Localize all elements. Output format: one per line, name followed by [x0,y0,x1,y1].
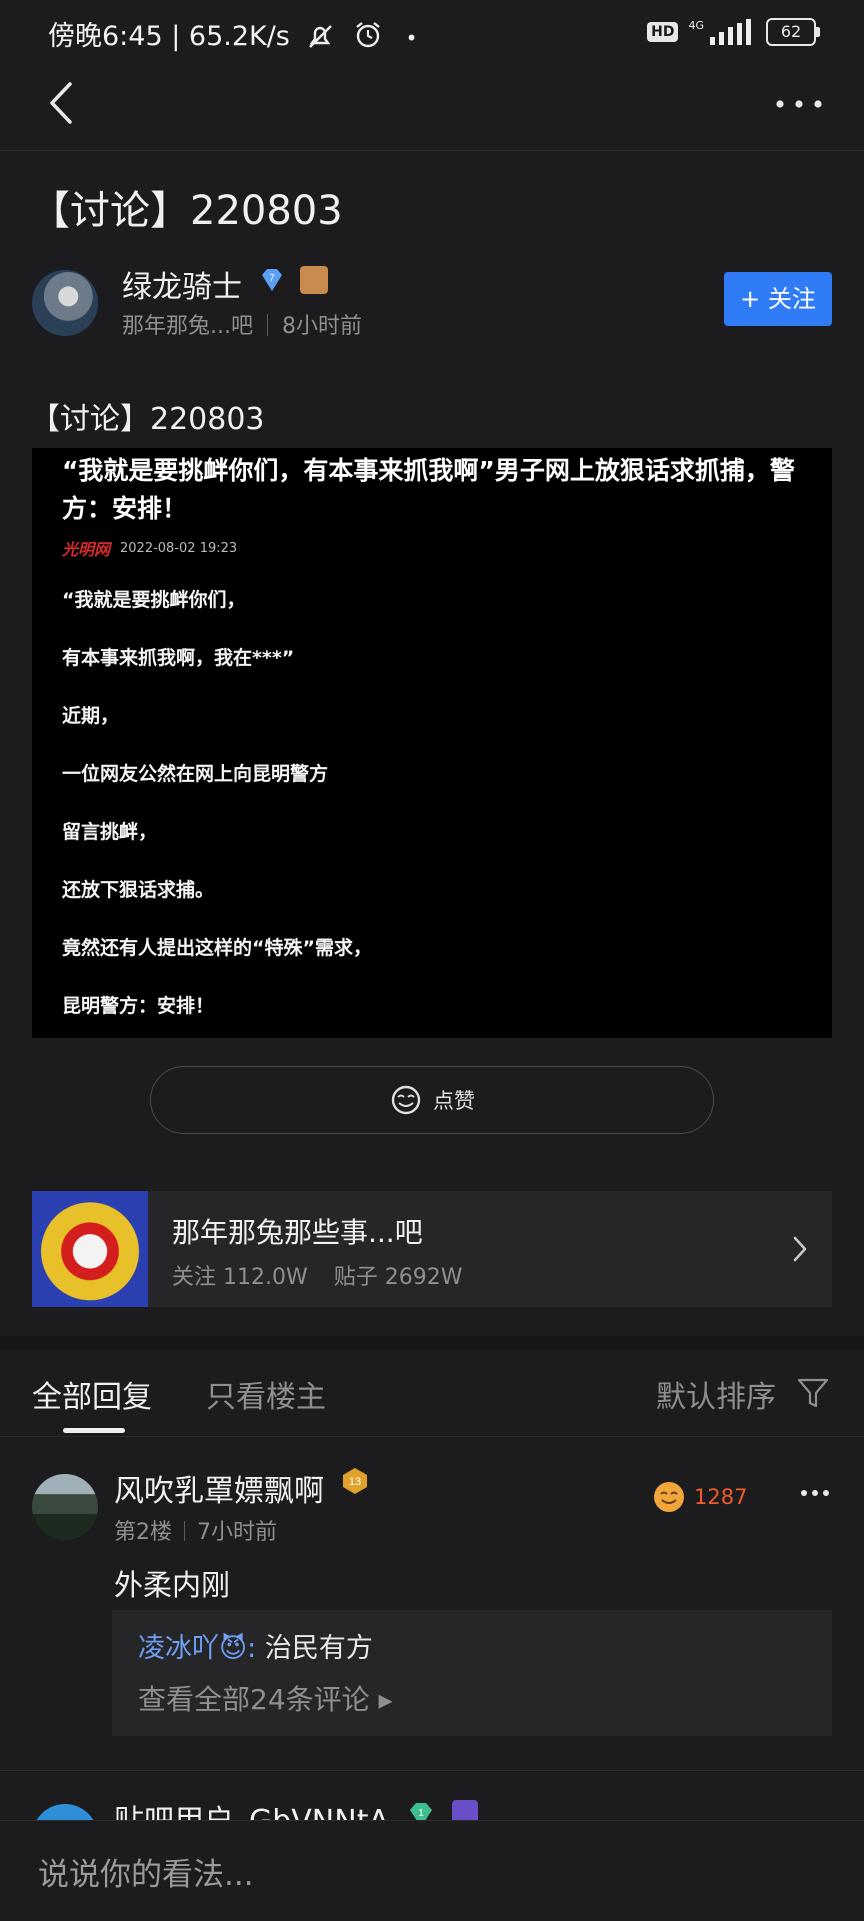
source-logo: 光明网 [62,540,111,559]
post-body-text: 【讨论】220803 [30,402,265,437]
tab-owner-only[interactable]: 只看楼主 [206,1372,326,1416]
forum-posts: 贴子 2692W [333,1265,463,1290]
image-line: “我就是要挑衅你们， [62,589,246,611]
meta-separator [184,1521,185,1541]
reply-time: 7小时前 [197,1520,277,1545]
reply-avatar[interactable] [32,1474,98,1540]
post-image[interactable]: “我就是要挑衅你们，有本事来抓我啊”男子网上放狠话求抓捕，警方：安排！ 光明网 … [32,448,832,1038]
reply-like-button[interactable]: 1287 [652,1480,747,1514]
reply-level: 13 [349,1476,361,1488]
image-line: 有本事来抓我啊，我在***” [62,647,295,669]
status-right: HD 4G 62 [647,18,820,46]
section-gap [0,1336,864,1350]
more-icon[interactable] [800,1488,830,1498]
image-line: 竟然还有人提出这样的“特殊”需求， [62,937,372,959]
image-headline: “我就是要挑衅你们，有本事来抓我啊”男子网上放狠话求抓捕，警方：安排！ [62,456,795,523]
sub-reply: 凌冰吖😈: 治民有方 [138,1626,373,1665]
back-icon[interactable] [40,78,80,128]
tab-all-replies[interactable]: 全部回复 [32,1372,152,1416]
hd-badge: HD [647,22,679,42]
image-text-lines: “我就是要挑衅你们， 有本事来抓我啊，我在***” 近期， 一位网友公然在网上向… [62,586,372,1038]
reply-divider [0,1770,864,1771]
reply-username[interactable]: 风吹乳罩嫖飘啊 [114,1466,324,1510]
battery-indicator: 62 [766,18,820,46]
status-time: 傍晚6:45 | 65.2K/s [48,21,290,52]
forum-name: 那年那兔那些事...吧 [172,1216,423,1249]
status-dot: • [405,26,418,50]
image-line: 近期， [62,705,120,727]
sub-reply-text: 治民有方 [264,1633,373,1664]
image-line: 还放下狠话求捕。 [62,879,215,901]
nav-divider [0,150,864,151]
author-forum[interactable]: 那年那兔...吧 [122,314,253,339]
meta-separator [266,314,268,336]
author-name[interactable]: 绿龙骑士 [122,262,242,306]
sub-reply-box[interactable]: 凌冰吖😈: 治民有方 查看全部24条评论 ▸ [112,1610,832,1736]
diamond-icon: 7 [262,269,282,291]
author-meta: 那年那兔...吧 8小时前 [122,308,362,340]
like-label: 点赞 [433,1089,475,1113]
mute-icon [309,25,333,48]
network-label: 4G [688,18,704,32]
page-title: 【讨论】220803 [30,188,343,234]
forum-card[interactable]: 那年那兔那些事...吧 关注 112.0W 贴子 2692W [32,1191,832,1307]
alarm-icon [356,22,380,48]
source-date: 2022-08-02 19:23 [120,540,238,556]
reply-text: 外柔内刚 [114,1568,231,1602]
sort-dropdown[interactable]: 默认排序 [656,1372,776,1416]
level-badge-icon: 13 [343,1468,367,1494]
tabs-divider [0,1436,864,1437]
author-badge-icon [300,266,328,294]
status-time-speed: 傍晚6:45 | 65.2K/s • [48,14,417,53]
next-reply-level: 1 [418,1808,424,1819]
forum-logo [32,1191,148,1307]
chevron-right-icon [793,1236,807,1262]
more-icon[interactable] [774,90,824,118]
reply-floor: 第2楼 [114,1520,172,1545]
image-line: 昆明警方：安排！ [62,995,215,1017]
comment-bar: 说说你的看法... [0,1820,864,1921]
comment-input[interactable]: 说说你的看法... [38,1849,254,1894]
tab-indicator [63,1428,125,1433]
author-level: 7 [269,273,275,284]
reply-like-count: 1287 [694,1485,748,1509]
status-bar: 傍晚6:45 | 65.2K/s • HD 4G 62 [0,0,864,66]
forum-followers: 关注 112.0W [172,1265,308,1290]
sub-reply-user[interactable]: 凌冰吖😈 [138,1633,247,1664]
like-button[interactable]: 点赞 [150,1066,714,1134]
like-icon [391,1085,421,1115]
reply-meta: 第2楼 7小时前 [114,1514,277,1546]
post-time: 8小时前 [281,314,362,339]
follow-button[interactable]: + 关注 [724,272,832,326]
image-line: 一位网友公然在网上向昆明警方 [62,763,329,785]
image-line: 留言挑衅， [62,821,158,843]
battery-level: 62 [780,22,802,41]
author-avatar[interactable] [32,270,98,336]
signal-icon [710,19,751,45]
sub-reply-separator: : [247,1633,257,1664]
image-source: 光明网 2022-08-02 19:23 [62,536,237,560]
filter-icon[interactable] [796,1376,830,1410]
forum-stats: 关注 112.0W 贴子 2692W [172,1259,462,1291]
view-all-comments-link[interactable]: 查看全部24条评论 ▸ [138,1678,393,1718]
like-icon [654,1482,684,1512]
